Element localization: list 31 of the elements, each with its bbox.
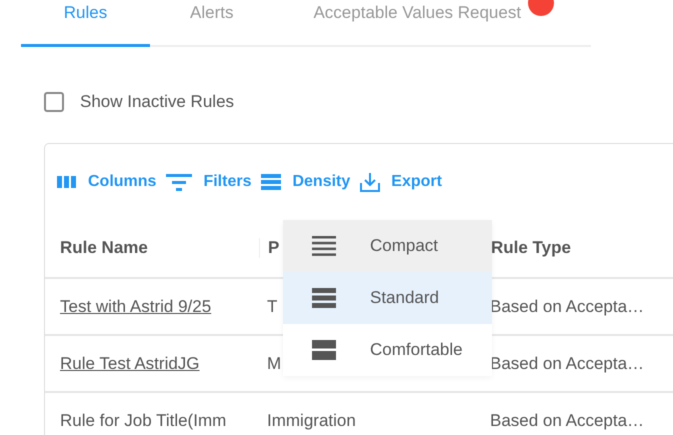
rule-link[interactable]: Test with Astrid 9/25 xyxy=(60,296,212,316)
table-cell: Rule for Job Title(Imm xyxy=(60,410,226,430)
column-header: Rule Type xyxy=(491,238,571,256)
comfortable-rows-icon xyxy=(312,340,336,360)
table-cell: M xyxy=(267,354,282,372)
table-cell: Based on Accepta… xyxy=(490,296,644,316)
table-cell: T xyxy=(267,296,278,316)
rule-link[interactable]: Rule Test AstridJG xyxy=(60,354,200,372)
filter-icon xyxy=(166,172,192,192)
menu-item[interactable]: Standard xyxy=(283,272,492,324)
tab[interactable]: Alerts xyxy=(150,0,274,45)
tab[interactable]: Acceptable Values Request xyxy=(273,0,562,45)
table-cell: Based on Accepta… xyxy=(490,354,644,372)
toolbar-button[interactable]: Export xyxy=(360,172,442,192)
standard-rows-icon xyxy=(312,288,336,308)
download-icon xyxy=(360,172,380,192)
toolbar-button[interactable]: Columns xyxy=(57,173,156,191)
checkbox[interactable] xyxy=(44,92,64,112)
compact-rows-icon xyxy=(312,236,336,256)
density-icon xyxy=(261,173,282,191)
table-cell: Immigration xyxy=(267,410,356,430)
columns-icon xyxy=(57,174,77,190)
menu-item[interactable]: Compact xyxy=(283,220,492,272)
menu-item[interactable]: Comfortable xyxy=(283,324,492,376)
tab[interactable]: Rules xyxy=(21,0,150,47)
toolbar-button[interactable]: Density xyxy=(261,173,350,191)
column-header: Rule Name xyxy=(60,238,148,256)
table-cell: Based on Accepta… xyxy=(490,410,644,430)
column-header: P xyxy=(268,238,280,256)
toolbar-button[interactable]: Filters xyxy=(166,172,252,192)
checkbox-label: Show Inactive Rules xyxy=(80,92,234,112)
